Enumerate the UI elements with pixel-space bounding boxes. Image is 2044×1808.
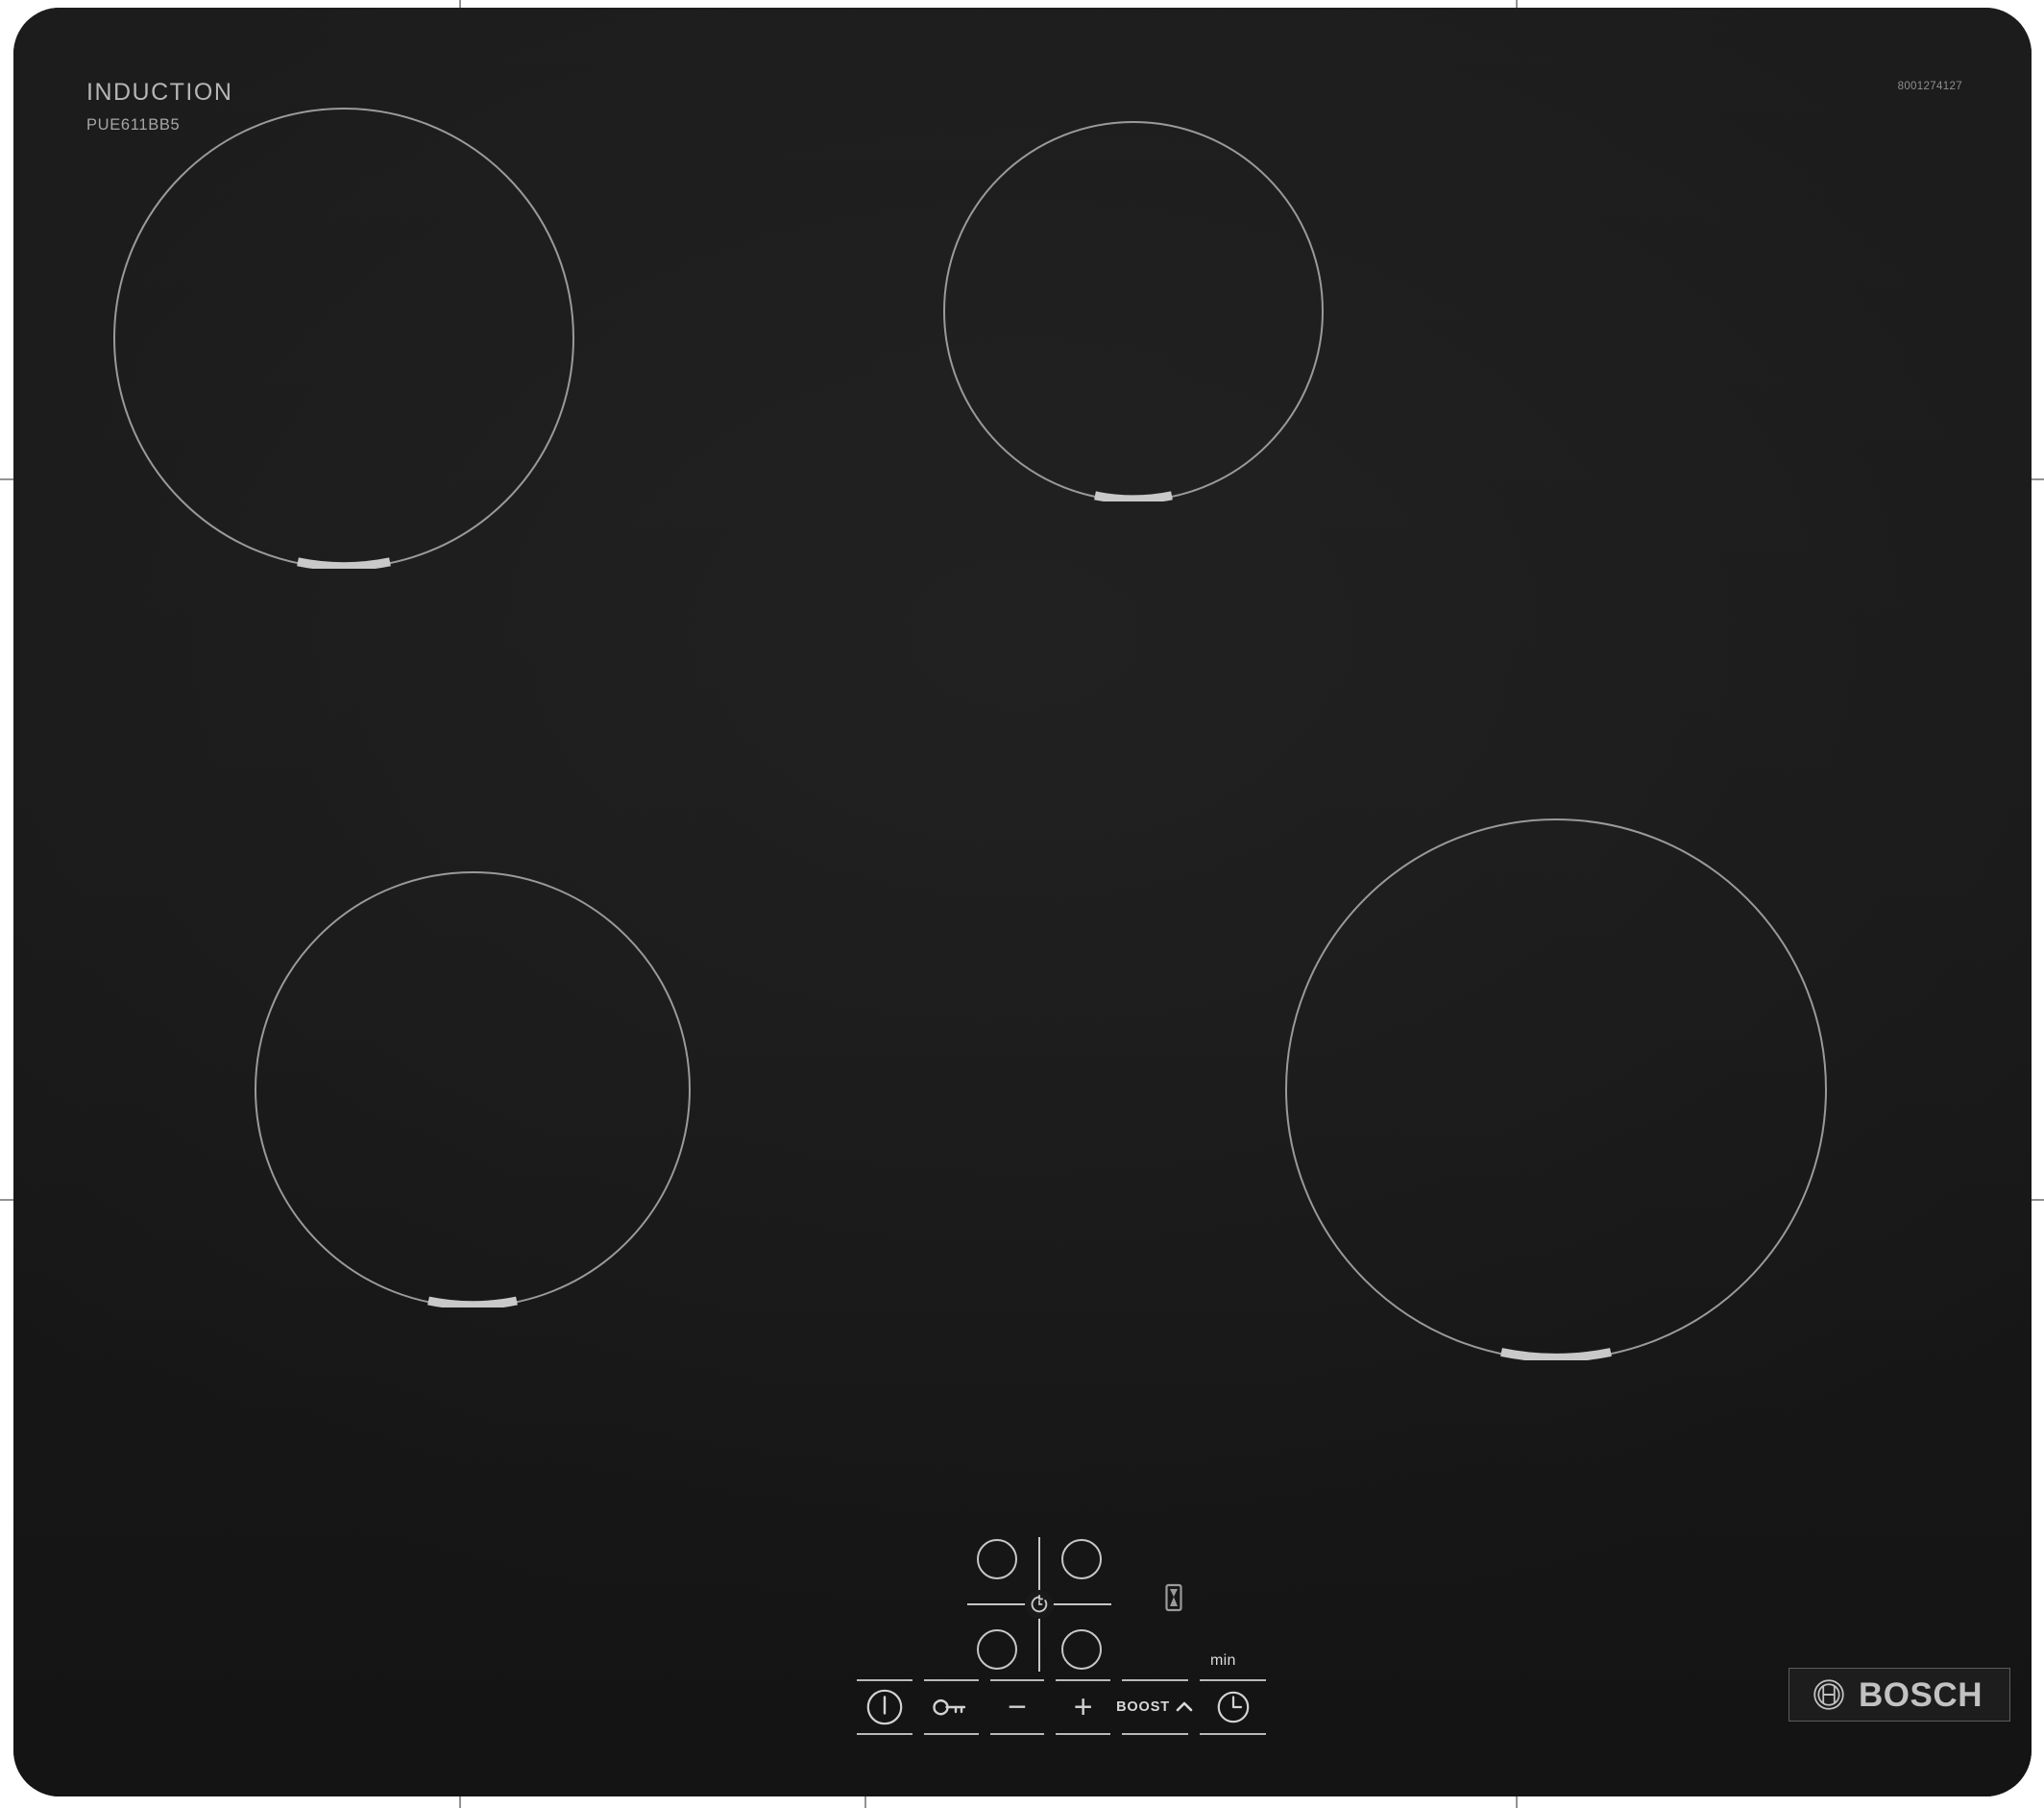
- bosch-wordmark: BOSCH: [1859, 1675, 1983, 1714]
- cooking-zone-rear-left[interactable]: [255, 871, 691, 1307]
- crop-tick-bottom-1: [459, 1795, 461, 1808]
- product-model-code: PUE611BB5: [86, 116, 181, 134]
- chevron-up-icon: [1176, 1701, 1193, 1712]
- timer-min-label: min: [1210, 1652, 1236, 1669]
- cooking-zone-front-right[interactable]: [1285, 818, 1827, 1360]
- crop-tick-bottom-3: [1516, 1795, 1518, 1808]
- increase-button[interactable]: +: [1050, 1679, 1116, 1735]
- crop-tick-left-2: [0, 1199, 13, 1201]
- power-button[interactable]: [851, 1679, 918, 1735]
- control-button-strip[interactable]: − + BOOST: [851, 1679, 1272, 1735]
- child-lock-button[interactable]: [918, 1679, 985, 1735]
- boost-button[interactable]: BOOST: [1116, 1679, 1194, 1735]
- key-lock-icon: [933, 1699, 966, 1716]
- serial-code: 8001274127: [1897, 81, 1962, 92]
- crop-tick-right-2: [2031, 1199, 2044, 1201]
- cooking-zone-selector[interactable]: [967, 1537, 1111, 1672]
- hob-screenshot-stage: INDUCTION PUE611BB5 8001274127 min − + B…: [0, 0, 2044, 1808]
- minus-icon: −: [1008, 1689, 1027, 1725]
- crop-tick-left-1: [0, 478, 13, 480]
- clock-icon: [1217, 1691, 1249, 1723]
- timer-clock-icon: [1031, 1595, 1048, 1613]
- boost-label: BOOST: [1116, 1699, 1170, 1715]
- zone-sel-bottom-left[interactable]: [977, 1629, 1017, 1670]
- product-branding: INDUCTION PUE611BB5: [86, 81, 232, 134]
- hourglass-icon: [1165, 1583, 1182, 1612]
- bosch-armature-icon: [1813, 1679, 1844, 1710]
- bosch-logo-plate: BOSCH: [1788, 1668, 2010, 1722]
- cooking-zone-rear-right[interactable]: [943, 121, 1324, 501]
- decrease-button[interactable]: −: [985, 1679, 1051, 1735]
- crop-tick-bottom-2: [864, 1795, 866, 1808]
- plus-icon: +: [1073, 1689, 1093, 1725]
- cooking-zone-front-left[interactable]: [113, 108, 574, 569]
- power-icon: [866, 1689, 903, 1725]
- zone-sel-bottom-right[interactable]: [1061, 1629, 1102, 1670]
- induction-hob-surface: INDUCTION PUE611BB5 8001274127 min − + B…: [13, 8, 2032, 1796]
- crop-tick-right-1: [2031, 478, 2044, 480]
- timer-button[interactable]: [1194, 1679, 1272, 1735]
- zone-sel-top-left[interactable]: [977, 1539, 1017, 1579]
- product-type-label: INDUCTION: [86, 79, 233, 106]
- zone-sel-top-right[interactable]: [1061, 1539, 1102, 1579]
- selector-center[interactable]: [1025, 1590, 1054, 1619]
